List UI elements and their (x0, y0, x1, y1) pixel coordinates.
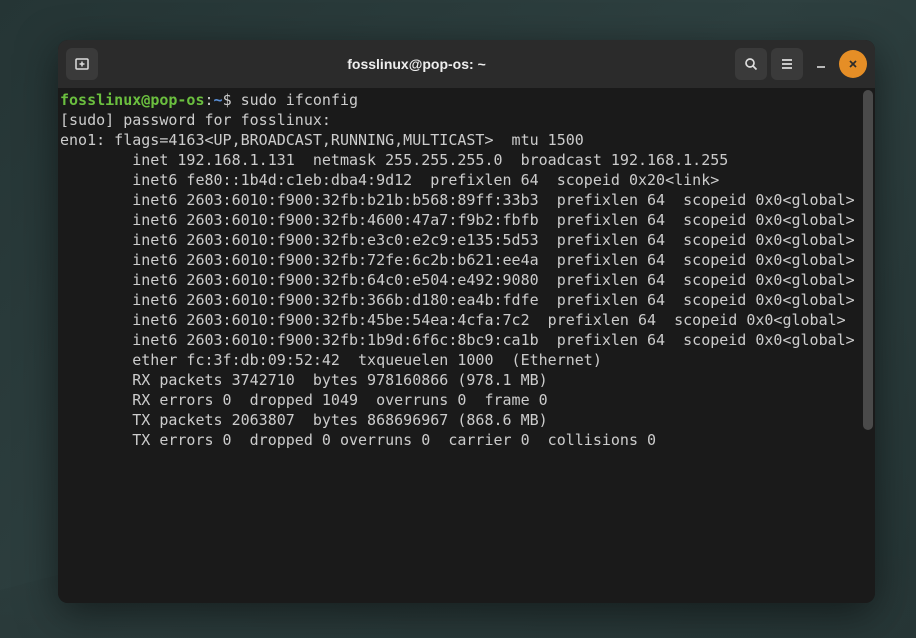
prompt-path: ~ (214, 91, 223, 109)
search-button[interactable] (735, 48, 767, 80)
prompt-user: fosslinux (60, 91, 141, 109)
terminal-window: fosslinux@pop-os: ~ (58, 40, 875, 603)
output-line: eno1: flags=4163<UP,BROADCAST,RUNNING,MU… (60, 131, 584, 149)
output-line: inet6 fe80::1b4d:c1eb:dba4:9d12 prefixle… (60, 171, 719, 189)
output-line: inet6 2603:6010:f900:32fb:72fe:6c2b:b621… (60, 251, 855, 269)
output-line: inet6 2603:6010:f900:32fb:366b:d180:ea4b… (60, 291, 855, 309)
terminal-content: fosslinux@pop-os:~$ sudo ifconfig [sudo]… (60, 90, 875, 450)
output-line: ether fc:3f:db:09:52:42 txqueuelen 1000 … (60, 351, 602, 369)
command-text: sudo ifconfig (241, 91, 358, 109)
output-line: inet 192.168.1.131 netmask 255.255.255.0… (60, 151, 728, 169)
prompt-sep: : (205, 91, 214, 109)
titlebar: fosslinux@pop-os: ~ (58, 40, 875, 88)
minimize-icon (815, 58, 827, 70)
output-line: TX errors 0 dropped 0 overruns 0 carrier… (60, 431, 656, 449)
close-button[interactable] (839, 50, 867, 78)
minimize-button[interactable] (807, 50, 835, 78)
prompt-at: @ (141, 91, 150, 109)
output-line: inet6 2603:6010:f900:32fb:45be:54ea:4cfa… (60, 311, 846, 329)
menu-button[interactable] (771, 48, 803, 80)
output-line: [sudo] password for fosslinux: (60, 111, 331, 129)
close-icon (847, 58, 859, 70)
hamburger-icon (779, 56, 795, 72)
search-icon (743, 56, 759, 72)
new-tab-button[interactable] (66, 48, 98, 80)
prompt-symbol: $ (223, 91, 241, 109)
output-line: inet6 2603:6010:f900:32fb:1b9d:6f6c:8bc9… (60, 331, 855, 349)
output-line: RX packets 3742710 bytes 978160866 (978.… (60, 371, 548, 389)
output-line: inet6 2603:6010:f900:32fb:b21b:b568:89ff… (60, 191, 855, 209)
prompt-host: pop-os (150, 91, 204, 109)
scrollbar-thumb[interactable] (863, 90, 873, 430)
terminal-body[interactable]: fosslinux@pop-os:~$ sudo ifconfig [sudo]… (58, 88, 875, 603)
output-line: inet6 2603:6010:f900:32fb:e3c0:e2c9:e135… (60, 231, 855, 249)
titlebar-controls (735, 48, 867, 80)
output-line: RX errors 0 dropped 1049 overruns 0 fram… (60, 391, 548, 409)
new-tab-icon (74, 56, 90, 72)
window-title: fosslinux@pop-os: ~ (102, 56, 731, 72)
output-line: inet6 2603:6010:f900:32fb:64c0:e504:e492… (60, 271, 855, 289)
output-line: inet6 2603:6010:f900:32fb:4600:47a7:f9b2… (60, 211, 855, 229)
output-line: TX packets 2063807 bytes 868696967 (868.… (60, 411, 548, 429)
